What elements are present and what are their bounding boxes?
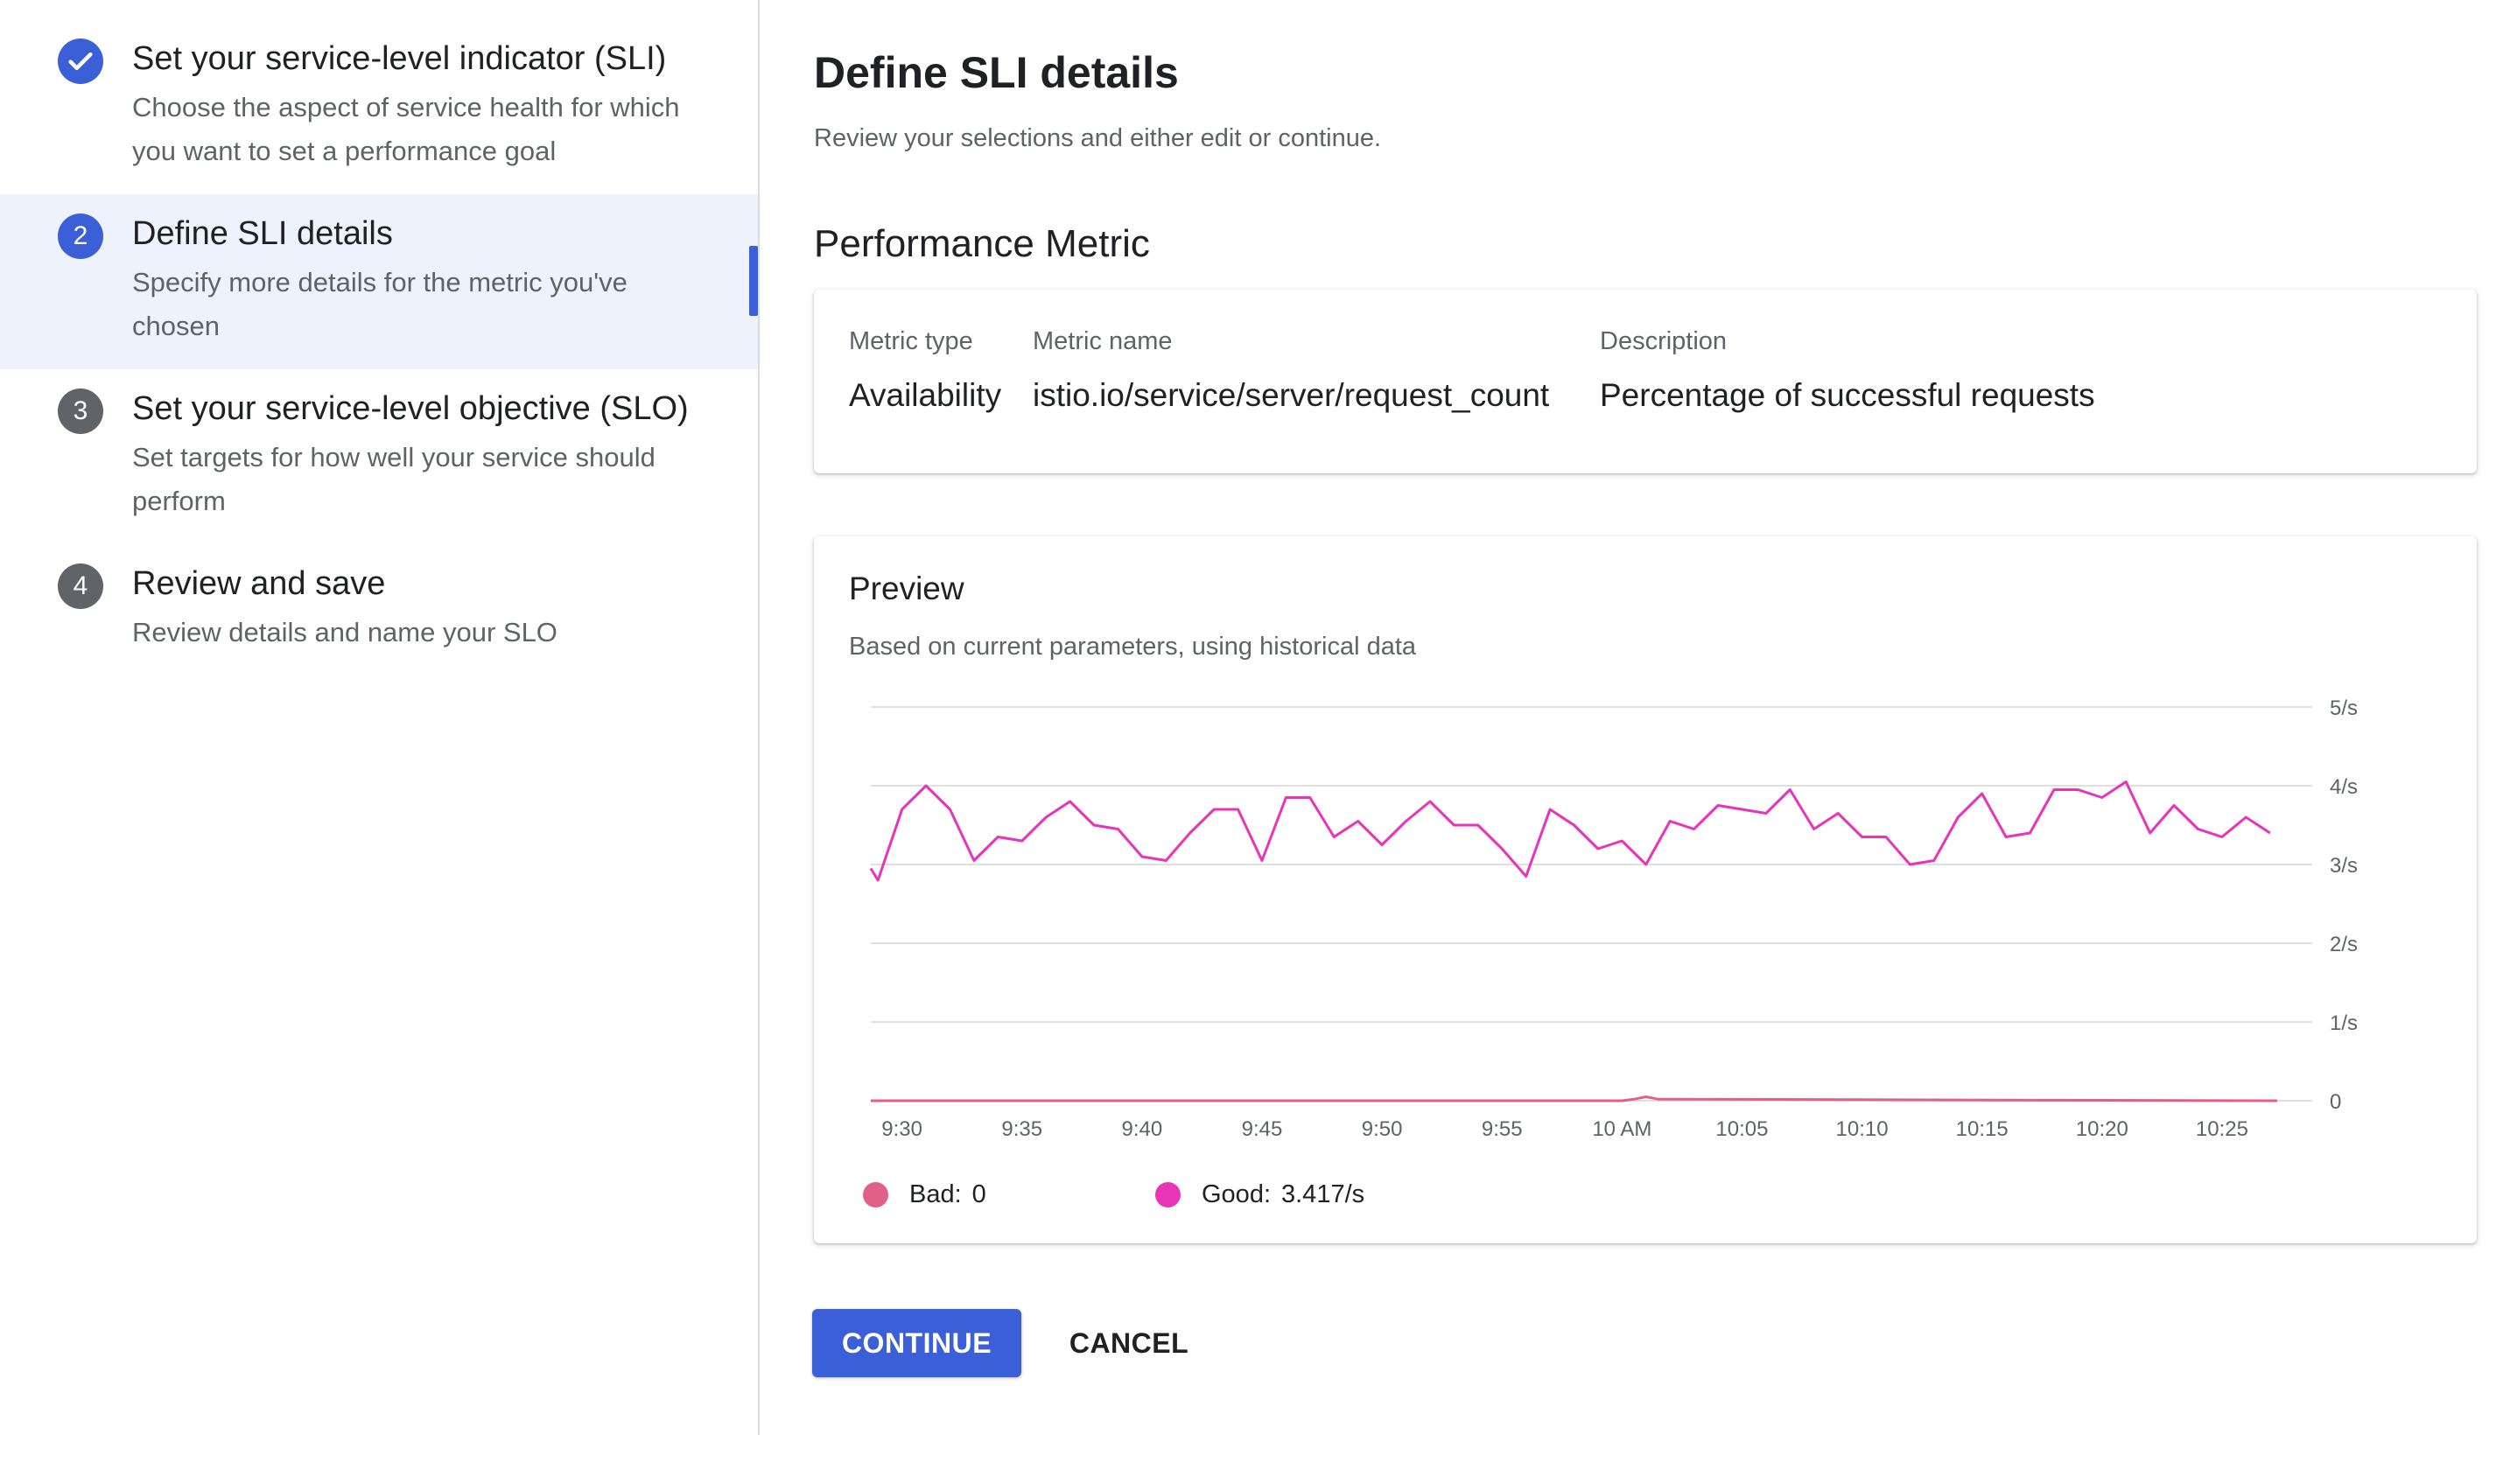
legend-good: Good: 3.417/s: [1155, 1177, 1364, 1212]
preview-chart: 0 1/s 2/s 3/s 4/s 5/s 9:30 9:35 9:40 9:45 9:50 9:55…: [869, 696, 2358, 1141]
step-number-4: 4: [58, 564, 103, 609]
step-number-2: 2: [58, 214, 103, 259]
section-title: Performance Metric: [814, 222, 1150, 265]
x-tick-label: 10:15: [1956, 1117, 2009, 1141]
x-tick-label: 10 AM: [1592, 1117, 1651, 1141]
y-tick-label: 4/s: [2330, 775, 2358, 799]
legend-bad: Bad: 0: [863, 1177, 986, 1212]
x-tick-label: 9:40: [1122, 1117, 1163, 1141]
legend-bad-label: Bad:: [909, 1180, 962, 1208]
metric-name-label: Metric name: [1033, 327, 1173, 355]
step-description: Set targets for how well your service sh…: [132, 442, 656, 516]
series-line-good: [869, 780, 2271, 882]
continue-button[interactable]: CONTINUE: [812, 1309, 1021, 1377]
step-4[interactable]: 4 Review and save Review details and nam…: [0, 544, 758, 667]
step-description: Specify more details for the metric you'…: [132, 267, 628, 341]
x-tick-label: 9:45: [1242, 1117, 1283, 1141]
y-tick-label: 0: [2330, 1090, 2341, 1114]
x-tick-label: 10:10: [1836, 1117, 1889, 1141]
metric-description-label: Description: [1600, 327, 1728, 355]
step-description: Review details and name your SLO: [132, 617, 557, 648]
step-3[interactable]: 3 Set your service-level objective (SLO)…: [0, 369, 758, 544]
x-tick-label: 9:55: [1482, 1117, 1523, 1141]
x-tick-label: 9:30: [881, 1117, 922, 1141]
performance-metric-card: Metric type Availability Metric name ist…: [814, 290, 2477, 473]
x-tick-label: 9:50: [1362, 1117, 1403, 1141]
step-1[interactable]: Set your service-level indicator (SLI) C…: [0, 19, 758, 194]
step-title: Define SLI details: [132, 215, 393, 252]
y-tick-label: 3/s: [2330, 854, 2358, 878]
legend-good-swatch: [1155, 1181, 1181, 1208]
step-description: Choose the aspect of service health for …: [132, 92, 680, 166]
page-title: Define SLI details: [814, 48, 1179, 97]
legend-good-label: Good:: [1202, 1180, 1271, 1208]
y-tick-label: 2/s: [2330, 933, 2358, 956]
step-title: Set your service-level indicator (SLI): [132, 40, 667, 77]
step-title: Set your service-level objective (SLO): [132, 390, 689, 427]
active-step-indicator: [749, 246, 758, 316]
metric-description-value: Percentage of successful requests: [1600, 377, 2095, 413]
legend-bad-value: 0: [971, 1180, 986, 1208]
metric-type-value: Availability: [849, 377, 1002, 413]
page-subtitle: Review your selections and either edit o…: [814, 124, 1382, 152]
stepper-sidebar: Set your service-level indicator (SLI) C…: [0, 0, 760, 1435]
legend-bad-swatch: [863, 1181, 888, 1208]
legend-good-value: 3.417/s: [1281, 1180, 1365, 1208]
cancel-button[interactable]: CANCEL: [1050, 1309, 1208, 1377]
step-title: Review and save: [132, 565, 386, 602]
y-tick-label: 5/s: [2330, 696, 2358, 720]
x-tick-label: 10:05: [1715, 1117, 1768, 1141]
x-tick-label: 10:20: [2076, 1117, 2128, 1141]
check-icon: [58, 38, 103, 84]
preview-card: Preview Based on current parameters, usi…: [814, 536, 2477, 1243]
series-line-bad: [871, 1096, 2278, 1102]
x-tick-label: 10:25: [2196, 1117, 2248, 1141]
metric-name-value: istio.io/service/server/request_count: [1033, 377, 1550, 413]
metric-type-label: Metric type: [849, 327, 973, 355]
step-number-3: 3: [58, 388, 103, 434]
step-2[interactable]: 2 Define SLI details Specify more detail…: [0, 194, 758, 369]
y-tick-label: 1/s: [2330, 1012, 2358, 1035]
x-tick-label: 9:35: [1001, 1117, 1042, 1141]
